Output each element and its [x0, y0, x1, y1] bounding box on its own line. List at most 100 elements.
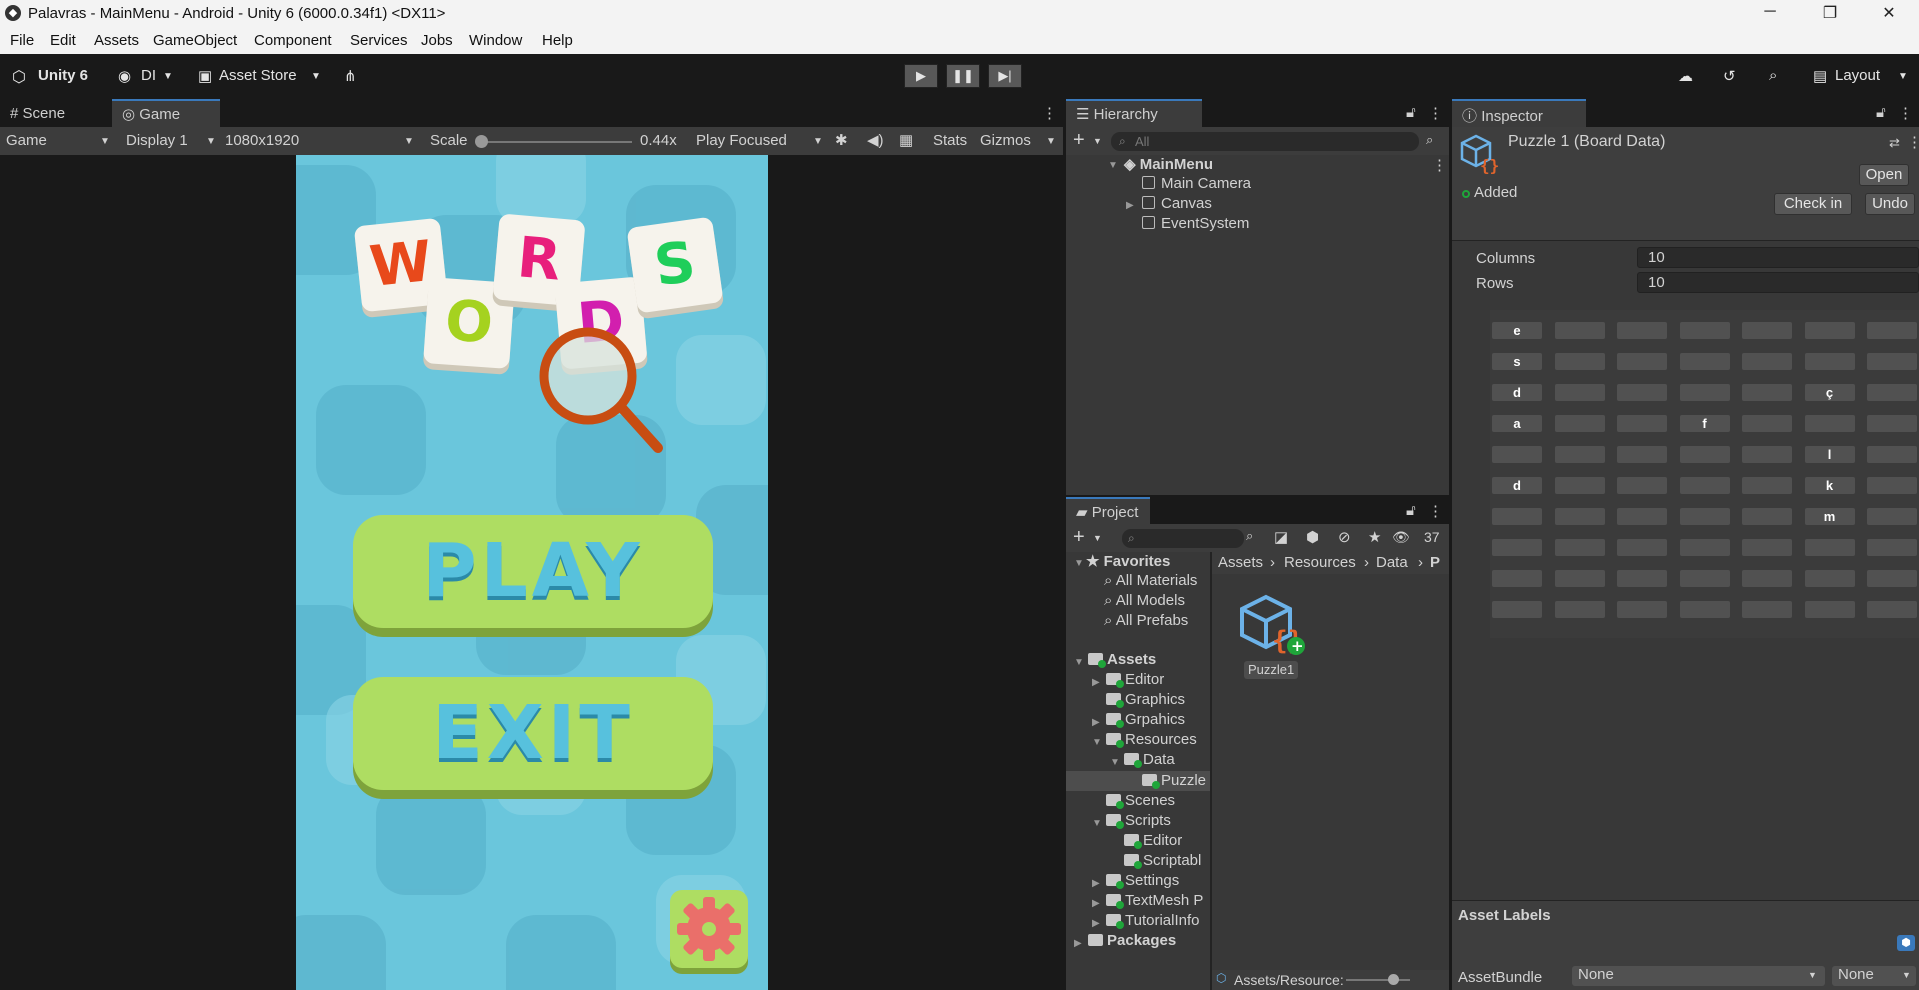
tree-folder-scriptable[interactable]: Scriptabl	[1124, 852, 1201, 869]
menu-jobs[interactable]: Jobs	[421, 32, 453, 49]
panel-menu-icon[interactable]: ⋮	[1428, 104, 1443, 122]
account-dropdown[interactable]: DI	[141, 67, 156, 84]
grid-cell[interactable]	[1554, 601, 1605, 618]
tree-folder-resources[interactable]: Resources	[1106, 731, 1197, 748]
tag-icon[interactable]: ⬢	[1897, 935, 1915, 951]
tab-game[interactable]: ◎ Game	[112, 99, 220, 127]
tree-folder-data[interactable]: Data	[1124, 751, 1175, 768]
grid-cell[interactable]	[1742, 446, 1792, 463]
asset-store-dropdown[interactable]: Asset Store	[219, 67, 297, 84]
grid-cell[interactable]	[1867, 353, 1917, 370]
keyboard-icon[interactable]: ▦	[899, 131, 913, 149]
favorites-header[interactable]: ★ Favorites	[1086, 552, 1170, 570]
grid-cell[interactable]	[1742, 384, 1792, 401]
breadcrumb-assets[interactable]: Assets	[1218, 554, 1263, 571]
lock-icon[interactable]: 🔓︎	[1406, 502, 1416, 519]
grid-cell[interactable]	[1617, 539, 1667, 556]
grid-cell[interactable]	[1679, 446, 1730, 463]
stats-button[interactable]: Stats	[933, 132, 967, 149]
settings-button[interactable]	[670, 890, 748, 968]
grid-cell[interactable]: a	[1492, 415, 1542, 432]
favorite-item[interactable]: ⌕ All Models	[1104, 592, 1185, 609]
grid-cell[interactable]	[1492, 446, 1542, 463]
resolution-dropdown[interactable]: 1080x1920	[225, 132, 299, 149]
grid-cell[interactable]	[1617, 322, 1667, 339]
check-in-button[interactable]: Check in	[1774, 193, 1852, 215]
lock-icon[interactable]: 🔓︎	[1876, 104, 1886, 121]
expand-arrow-icon[interactable]: ▶	[1092, 878, 1100, 889]
grid-cell[interactable]	[1804, 539, 1855, 556]
grid-cell[interactable]	[1679, 477, 1730, 494]
grid-cell[interactable]	[1679, 508, 1730, 525]
expand-arrow-icon[interactable]: ▶	[1092, 918, 1100, 929]
grid-cell[interactable]	[1492, 539, 1542, 556]
favorite-item[interactable]: ⌕ All Materials	[1104, 572, 1197, 589]
search-options-icon[interactable]: ⌕	[1246, 528, 1253, 544]
grid-cell[interactable]	[1742, 477, 1792, 494]
step-button[interactable]: ▶|	[988, 64, 1022, 88]
menu-window[interactable]: Window	[469, 32, 522, 49]
expand-arrow-icon[interactable]: ▶	[1126, 200, 1134, 211]
grid-cell[interactable]	[1742, 508, 1792, 525]
breadcrumb-puzzle[interactable]: P	[1430, 554, 1440, 571]
scene-row[interactable]: ◈ MainMenu	[1124, 155, 1213, 173]
tab-project[interactable]: ▰ Project	[1066, 497, 1150, 525]
tree-folder-scenes[interactable]: Scenes	[1106, 792, 1175, 809]
settings-sliders-icon[interactable]: ⇄	[1889, 135, 1900, 151]
grid-cell[interactable]	[1867, 601, 1917, 618]
tab-inspector[interactable]: ⓘ Inspector	[1452, 99, 1586, 127]
pause-button[interactable]: ❚❚	[946, 64, 980, 88]
play-button[interactable]: ▶	[904, 64, 938, 88]
scene-menu-icon[interactable]: ⋮	[1432, 156, 1447, 174]
grid-cell[interactable]	[1804, 570, 1855, 587]
grid-cell[interactable]	[1554, 539, 1605, 556]
grid-cell[interactable]: f	[1679, 415, 1730, 432]
menu-file[interactable]: File	[10, 32, 34, 49]
undo-button[interactable]: Undo	[1865, 193, 1915, 215]
grid-cell[interactable]	[1804, 601, 1855, 618]
grid-cell[interactable]: l	[1804, 446, 1855, 463]
filter-label-icon[interactable]: ⬢	[1306, 528, 1319, 546]
eye-icon[interactable]: 👁︎	[1392, 529, 1410, 546]
expand-arrow-icon[interactable]: ▼	[1092, 818, 1102, 829]
grid-cell[interactable]	[1679, 322, 1730, 339]
grid-cell[interactable]	[1554, 508, 1605, 525]
panel-menu-icon[interactable]: ⋮	[1428, 502, 1443, 520]
project-splitter[interactable]	[1210, 552, 1212, 990]
expand-arrow-icon[interactable]: ▼	[1110, 757, 1120, 768]
warning-icon[interactable]: ⊘	[1338, 528, 1351, 546]
tab-hierarchy[interactable]: ☰ Hierarchy	[1066, 99, 1202, 127]
grid-cell[interactable]	[1617, 508, 1667, 525]
grid-cell[interactable]	[1867, 415, 1917, 432]
scale-slider[interactable]	[480, 141, 632, 143]
grid-cell[interactable]	[1867, 539, 1917, 556]
menu-component[interactable]: Component	[254, 32, 332, 49]
menu-services[interactable]: Services	[350, 32, 408, 49]
tree-folder-editor[interactable]: Editor	[1106, 671, 1164, 688]
play-focused-dropdown[interactable]: Play Focused	[696, 132, 787, 149]
grid-cell[interactable]	[1554, 477, 1605, 494]
tree-folder-grpahics[interactable]: Grpahics	[1106, 711, 1185, 728]
tree-folder-puzzle[interactable]: Puzzle	[1142, 772, 1206, 789]
grid-cell[interactable]	[1679, 570, 1730, 587]
grid-cell[interactable]	[1679, 384, 1730, 401]
grid-cell[interactable]	[1742, 570, 1792, 587]
expand-arrow-icon[interactable]: ▼	[1074, 657, 1084, 668]
breadcrumb-resources[interactable]: Resources	[1284, 554, 1356, 571]
layout-dropdown[interactable]: Layout	[1835, 67, 1880, 84]
grid-cell[interactable]	[1679, 539, 1730, 556]
expand-arrow-icon[interactable]: ▶	[1074, 938, 1082, 949]
hierarchy-search-input[interactable]: ⌕ All	[1111, 132, 1419, 151]
menu-edit[interactable]: Edit	[50, 32, 76, 49]
grid-cell[interactable]	[1742, 601, 1792, 618]
grid-cell[interactable]	[1867, 384, 1917, 401]
grid-cell[interactable]	[1867, 322, 1917, 339]
breadcrumb-data[interactable]: Data	[1376, 554, 1408, 571]
expand-arrow-icon[interactable]: ▼	[1074, 558, 1084, 569]
rows-field[interactable]: 10	[1637, 272, 1919, 293]
expand-arrow-icon[interactable]: ▶	[1092, 677, 1100, 688]
scale-slider-handle[interactable]	[475, 135, 488, 148]
bug-icon[interactable]: ✱	[835, 131, 848, 149]
version-control-icon[interactable]: ⋔	[344, 67, 357, 85]
open-button[interactable]: Open	[1859, 164, 1909, 186]
